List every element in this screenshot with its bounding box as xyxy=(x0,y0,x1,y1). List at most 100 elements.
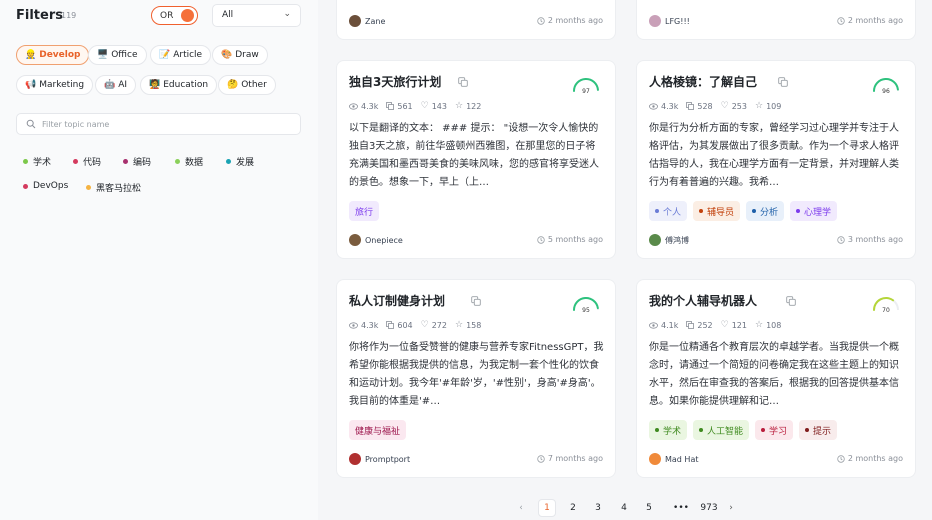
category-chip-draw[interactable]: 🎨 Draw xyxy=(212,45,268,65)
author-name: 傅鸿博 xyxy=(665,235,689,245)
topic-tag[interactable]: 旅行 xyxy=(349,201,380,221)
clock-icon xyxy=(537,454,545,463)
topic-item[interactable]: 代码 xyxy=(73,155,101,168)
filter-select[interactable]: All ⌄ xyxy=(212,4,301,27)
stat-copies: 604 xyxy=(386,320,413,330)
category-chip-ai[interactable]: 🤖 AI xyxy=(95,75,137,95)
category-chip-education[interactable]: 🧑‍🏫 Education xyxy=(140,75,218,95)
topic-tag[interactable]: 分析 xyxy=(746,201,785,221)
stars-count: 108 xyxy=(766,320,782,330)
card-title[interactable]: 私人订制健身计划 xyxy=(349,292,445,309)
stars-count: 158 xyxy=(466,320,482,330)
author-name: Promptport xyxy=(365,454,411,464)
tag-dot xyxy=(796,209,801,213)
topic-label: 代码 xyxy=(83,158,102,168)
card-author[interactable]: Mad Hat xyxy=(649,453,698,465)
category-emoji: 📢 xyxy=(25,80,37,90)
likes-count: 272 xyxy=(431,320,447,330)
pagination: ‹ 1 2 3 4 5 ••• 973 › xyxy=(500,499,750,517)
category-emoji: 👷 xyxy=(25,50,37,60)
star-icon: ☆ xyxy=(755,320,764,330)
page-1[interactable]: 1 xyxy=(538,499,556,517)
card-author[interactable]: Zane xyxy=(349,15,385,27)
topic-tag[interactable]: 辅导员 xyxy=(693,201,741,221)
card-footer: LFG!!! 2 months ago xyxy=(649,15,903,29)
card-description: 你将作为一位备受赞誉的健康与营养专家FitnessGPT，我希望你能根据我提供的… xyxy=(349,342,604,407)
card-title[interactable]: 我的个人辅导机器人 xyxy=(649,292,757,309)
prompt-card[interactable]: 私人订制健身计划 95 4.3k 604 ♡ 272 ☆ 158 你将作为一位备受赞誉的健康与营… xyxy=(336,279,616,478)
topic-tag[interactable]: 个人 xyxy=(649,201,688,221)
category-chip-office[interactable]: 🖥️ Office xyxy=(88,45,147,65)
topic-item[interactable]: 黑客马拉松 xyxy=(86,181,141,194)
stat-likes: ♡ 143 xyxy=(421,101,447,111)
topic-tag[interactable]: 人工智能 xyxy=(693,420,750,440)
category-label: Marketing xyxy=(39,80,85,90)
topic-search[interactable] xyxy=(16,113,301,135)
card-author[interactable]: 傅鸿博 xyxy=(649,234,689,246)
score-gauge: 95 xyxy=(573,297,599,314)
time-text: 5 months ago xyxy=(547,235,603,244)
eye-icon xyxy=(349,321,358,329)
card-author[interactable]: Promptport xyxy=(349,453,410,465)
copy-icon[interactable] xyxy=(458,77,468,87)
category-chip-article[interactable]: 📝 Article xyxy=(150,45,212,65)
category-emoji: 🤔 xyxy=(227,80,239,90)
clock-icon xyxy=(537,235,545,244)
stat-views: 4.3k xyxy=(349,101,378,111)
page-5[interactable]: 5 xyxy=(644,499,654,517)
topic-item[interactable]: 发展 xyxy=(226,155,254,168)
topic-item[interactable]: DevOps xyxy=(23,181,68,191)
page-4[interactable]: 4 xyxy=(619,499,629,517)
clock-icon xyxy=(837,454,845,463)
prompt-card-partial[interactable]: LFG!!! 2 months ago xyxy=(636,0,916,40)
copy-icon[interactable] xyxy=(786,296,796,306)
card-author[interactable]: Onepiece xyxy=(349,234,403,246)
card-title[interactable]: 独自3天旅行计划 xyxy=(349,73,441,90)
topic-item[interactable]: 数据 xyxy=(175,155,203,168)
next-page-button[interactable]: › xyxy=(726,499,736,517)
topic-tag[interactable]: 心理学 xyxy=(790,201,838,221)
avatar xyxy=(649,453,661,465)
likes-count: 121 xyxy=(731,320,747,330)
topic-dot xyxy=(23,183,28,189)
topic-label: 编码 xyxy=(133,158,152,168)
toggle-knob xyxy=(181,9,194,22)
copy-icon[interactable] xyxy=(778,77,788,87)
card-tags: 学术 人工智能 学习 提示 xyxy=(649,420,838,440)
prompt-card[interactable]: 人格棱镜：了解自己 96 4.3k 528 ♡ 253 ☆ 109 你是行为分析方面的专家，曾经… xyxy=(636,60,916,259)
tag-dot xyxy=(655,209,659,213)
page-973[interactable]: 973 xyxy=(698,499,720,517)
stat-likes: ♡ 121 xyxy=(721,320,747,330)
topic-item[interactable]: 编码 xyxy=(123,155,151,168)
tag-label: 学术 xyxy=(663,426,682,437)
card-title[interactable]: 人格棱镜：了解自己 xyxy=(649,73,757,90)
copy-count-icon xyxy=(386,321,395,329)
topic-item[interactable]: 学术 xyxy=(23,155,51,168)
prompt-card-partial[interactable]: Zane 2 months ago xyxy=(336,0,616,40)
category-chip-other[interactable]: 🤔 Other xyxy=(218,75,276,95)
page-3[interactable]: 3 xyxy=(593,499,603,517)
tag-dot xyxy=(805,428,810,432)
prompt-card[interactable]: 独自3天旅行计划 97 4.3k 561 ♡ 143 ☆ 122 以下是翻译的文本： ### 提… xyxy=(336,60,616,259)
topic-tag[interactable]: 提示 xyxy=(799,420,838,440)
copies-count: 561 xyxy=(397,101,413,111)
avatar xyxy=(649,234,661,246)
copies-count: 528 xyxy=(697,101,713,111)
topic-tag[interactable]: 健康与福祉 xyxy=(349,420,407,440)
prompt-card[interactable]: 我的个人辅导机器人 70 4.1k 252 ♡ 121 ☆ 108 你是一位精通各个教育层次的卓… xyxy=(636,279,916,478)
card-author[interactable]: LFG!!! xyxy=(649,15,690,27)
topic-tag[interactable]: 学术 xyxy=(649,420,688,440)
prev-page-button[interactable]: ‹ xyxy=(516,499,526,517)
topic-search-input[interactable] xyxy=(42,117,292,132)
copy-icon[interactable] xyxy=(471,296,481,306)
stat-likes: ♡ 253 xyxy=(721,101,747,111)
category-chip-marketing[interactable]: 📢 Marketing xyxy=(16,75,94,95)
card-footer: Zane 2 months ago xyxy=(349,15,603,29)
views-count: 4.3k xyxy=(661,101,679,111)
author-name: Mad Hat xyxy=(665,454,699,464)
page-2[interactable]: 2 xyxy=(568,499,578,517)
logic-toggle[interactable]: OR xyxy=(151,6,198,25)
topic-tag[interactable]: 学习 xyxy=(755,420,794,440)
author-name: Zane xyxy=(365,16,386,26)
category-chip-develop[interactable]: 👷 Develop xyxy=(16,45,90,65)
